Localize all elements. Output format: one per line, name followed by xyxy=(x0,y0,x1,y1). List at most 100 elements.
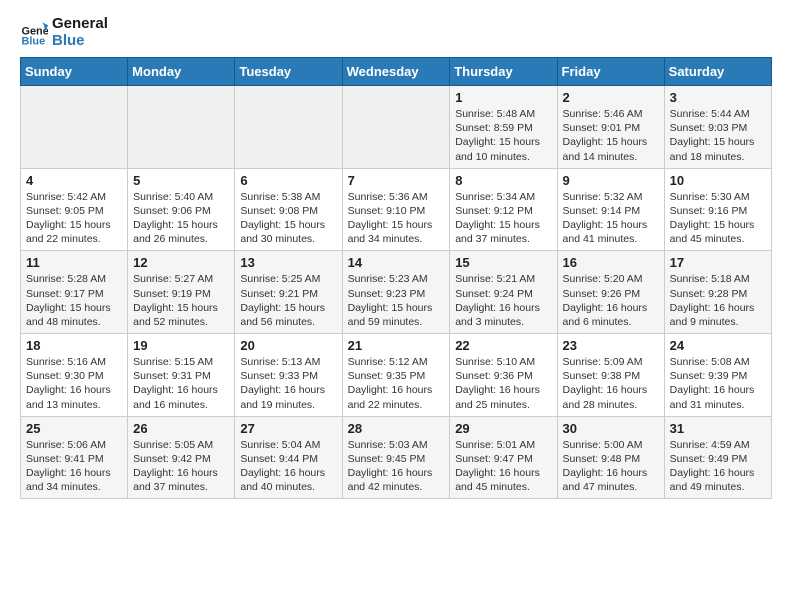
day-content: Sunrise: 5:25 AM Sunset: 9:21 PM Dayligh… xyxy=(240,272,336,329)
day-cell: 31 Sunrise: 4:59 AM Sunset: 9:49 PM Dayli… xyxy=(664,416,771,499)
logo: General Blue General Blue xyxy=(20,16,108,49)
day-content: Sunrise: 5:01 AM Sunset: 9:47 PM Dayligh… xyxy=(455,438,551,495)
day-cell: 21 Sunrise: 5:12 AM Sunset: 9:35 PM Dayli… xyxy=(342,334,450,417)
day-content: Sunrise: 5:30 AM Sunset: 9:16 PM Dayligh… xyxy=(670,190,766,247)
day-content: Sunrise: 5:44 AM Sunset: 9:03 PM Dayligh… xyxy=(670,107,766,164)
day-cell: 12Sunrise: 5:27 AM Sunset: 9:19 PM Dayli… xyxy=(128,251,235,334)
day-cell: 7 Sunrise: 5:36 AM Sunset: 9:10 PM Daylig… xyxy=(342,168,450,251)
day-number: 6 xyxy=(240,173,336,188)
day-number: 20 xyxy=(240,338,336,353)
day-content: Sunrise: 5:46 AM Sunset: 9:01 PM Dayligh… xyxy=(563,107,659,164)
day-number: 11 xyxy=(26,255,122,270)
day-number: 7 xyxy=(348,173,445,188)
day-content: Sunrise: 5:28 AM Sunset: 9:17 PM Dayligh… xyxy=(26,272,122,329)
day-number: 9 xyxy=(563,173,659,188)
day-content: Sunrise: 5:34 AM Sunset: 9:12 PM Dayligh… xyxy=(455,190,551,247)
day-cell: 29 Sunrise: 5:01 AM Sunset: 9:47 PM Dayli… xyxy=(450,416,557,499)
day-cell xyxy=(235,86,342,169)
week-row-5: 25 Sunrise: 5:06 AM Sunset: 9:41 PM Dayli… xyxy=(21,416,772,499)
day-cell: 8 Sunrise: 5:34 AM Sunset: 9:12 PM Daylig… xyxy=(450,168,557,251)
week-row-4: 18 Sunrise: 5:16 AM Sunset: 9:30 PM Dayli… xyxy=(21,334,772,417)
weekday-header: SundayMondayTuesdayWednesdayThursdayFrid… xyxy=(21,58,772,86)
day-number: 21 xyxy=(348,338,445,353)
day-cell: 19Sunrise: 5:15 AM Sunset: 9:31 PM Dayli… xyxy=(128,334,235,417)
day-number: 29 xyxy=(455,421,551,436)
day-number: 26 xyxy=(133,421,229,436)
day-number: 8 xyxy=(455,173,551,188)
day-content: Sunrise: 5:15 AM Sunset: 9:31 PM Dayligh… xyxy=(133,355,229,412)
day-cell: 16Sunrise: 5:20 AM Sunset: 9:26 PM Dayli… xyxy=(557,251,664,334)
day-cell: 20Sunrise: 5:13 AM Sunset: 9:33 PM Dayli… xyxy=(235,334,342,417)
day-cell: 28 Sunrise: 5:03 AM Sunset: 9:45 PM Dayli… xyxy=(342,416,450,499)
day-cell: 14Sunrise: 5:23 AM Sunset: 9:23 PM Dayli… xyxy=(342,251,450,334)
day-number: 18 xyxy=(26,338,122,353)
day-number: 24 xyxy=(670,338,766,353)
day-content: Sunrise: 5:08 AM Sunset: 9:39 PM Dayligh… xyxy=(670,355,766,412)
day-content: Sunrise: 5:32 AM Sunset: 9:14 PM Dayligh… xyxy=(563,190,659,247)
day-cell xyxy=(128,86,235,169)
day-number: 25 xyxy=(26,421,122,436)
header: General Blue General Blue xyxy=(20,16,772,49)
day-content: Sunrise: 5:21 AM Sunset: 9:24 PM Dayligh… xyxy=(455,272,551,329)
day-content: Sunrise: 5:42 AM Sunset: 9:05 PM Dayligh… xyxy=(26,190,122,247)
calendar: SundayMondayTuesdayWednesdayThursdayFrid… xyxy=(20,57,772,499)
day-cell: 4 Sunrise: 5:42 AM Sunset: 9:05 PM Daylig… xyxy=(21,168,128,251)
day-number: 30 xyxy=(563,421,659,436)
weekday-header-saturday: Saturday xyxy=(664,58,771,86)
day-number: 5 xyxy=(133,173,229,188)
day-cell: 27Sunrise: 5:04 AM Sunset: 9:44 PM Dayli… xyxy=(235,416,342,499)
weekday-header-tuesday: Tuesday xyxy=(235,58,342,86)
day-content: Sunrise: 5:36 AM Sunset: 9:10 PM Dayligh… xyxy=(348,190,445,247)
day-cell: 6Sunrise: 5:38 AM Sunset: 9:08 PM Daylig… xyxy=(235,168,342,251)
day-number: 4 xyxy=(26,173,122,188)
day-content: Sunrise: 5:27 AM Sunset: 9:19 PM Dayligh… xyxy=(133,272,229,329)
day-number: 27 xyxy=(240,421,336,436)
day-number: 31 xyxy=(670,421,766,436)
day-content: Sunrise: 5:12 AM Sunset: 9:35 PM Dayligh… xyxy=(348,355,445,412)
day-cell: 17 Sunrise: 5:18 AM Sunset: 9:28 PM Dayli… xyxy=(664,251,771,334)
day-number: 3 xyxy=(670,90,766,105)
day-cell: 24 Sunrise: 5:08 AM Sunset: 9:39 PM Dayli… xyxy=(664,334,771,417)
day-cell: 18 Sunrise: 5:16 AM Sunset: 9:30 PM Dayli… xyxy=(21,334,128,417)
day-cell xyxy=(21,86,128,169)
day-content: Sunrise: 5:18 AM Sunset: 9:28 PM Dayligh… xyxy=(670,272,766,329)
day-number: 2 xyxy=(563,90,659,105)
day-cell: 26 Sunrise: 5:05 AM Sunset: 9:42 PM Dayli… xyxy=(128,416,235,499)
day-content: Sunrise: 5:09 AM Sunset: 9:38 PM Dayligh… xyxy=(563,355,659,412)
day-content: Sunrise: 5:16 AM Sunset: 9:30 PM Dayligh… xyxy=(26,355,122,412)
day-content: Sunrise: 5:48 AM Sunset: 8:59 PM Dayligh… xyxy=(455,107,551,164)
day-number: 22 xyxy=(455,338,551,353)
logo-blue: Blue xyxy=(52,33,108,50)
day-cell: 9 Sunrise: 5:32 AM Sunset: 9:14 PM Daylig… xyxy=(557,168,664,251)
day-cell: 5Sunrise: 5:40 AM Sunset: 9:06 PM Daylig… xyxy=(128,168,235,251)
week-row-3: 11 Sunrise: 5:28 AM Sunset: 9:17 PM Dayli… xyxy=(21,251,772,334)
day-content: Sunrise: 5:06 AM Sunset: 9:41 PM Dayligh… xyxy=(26,438,122,495)
weekday-header-monday: Monday xyxy=(128,58,235,86)
day-number: 10 xyxy=(670,173,766,188)
logo-icon: General Blue xyxy=(20,19,48,47)
day-content: Sunrise: 5:05 AM Sunset: 9:42 PM Dayligh… xyxy=(133,438,229,495)
day-cell: 1 Sunrise: 5:48 AM Sunset: 8:59 PM Daylig… xyxy=(450,86,557,169)
day-cell: 10 Sunrise: 5:30 AM Sunset: 9:16 PM Dayli… xyxy=(664,168,771,251)
weekday-header-sunday: Sunday xyxy=(21,58,128,86)
day-cell: 25 Sunrise: 5:06 AM Sunset: 9:41 PM Dayli… xyxy=(21,416,128,499)
day-cell: 30Sunrise: 5:00 AM Sunset: 9:48 PM Dayli… xyxy=(557,416,664,499)
day-content: Sunrise: 5:03 AM Sunset: 9:45 PM Dayligh… xyxy=(348,438,445,495)
day-cell: 22 Sunrise: 5:10 AM Sunset: 9:36 PM Dayli… xyxy=(450,334,557,417)
day-content: Sunrise: 4:59 AM Sunset: 9:49 PM Dayligh… xyxy=(670,438,766,495)
day-cell: 2 Sunrise: 5:46 AM Sunset: 9:01 PM Daylig… xyxy=(557,86,664,169)
day-cell: 3 Sunrise: 5:44 AM Sunset: 9:03 PM Daylig… xyxy=(664,86,771,169)
day-number: 23 xyxy=(563,338,659,353)
week-row-2: 4 Sunrise: 5:42 AM Sunset: 9:05 PM Daylig… xyxy=(21,168,772,251)
day-cell: 15Sunrise: 5:21 AM Sunset: 9:24 PM Dayli… xyxy=(450,251,557,334)
weekday-header-thursday: Thursday xyxy=(450,58,557,86)
weekday-header-friday: Friday xyxy=(557,58,664,86)
calendar-body: 1 Sunrise: 5:48 AM Sunset: 8:59 PM Daylig… xyxy=(21,86,772,499)
day-content: Sunrise: 5:10 AM Sunset: 9:36 PM Dayligh… xyxy=(455,355,551,412)
day-content: Sunrise: 5:20 AM Sunset: 9:26 PM Dayligh… xyxy=(563,272,659,329)
day-number: 28 xyxy=(348,421,445,436)
weekday-header-wednesday: Wednesday xyxy=(342,58,450,86)
day-number: 17 xyxy=(670,255,766,270)
day-cell: 11 Sunrise: 5:28 AM Sunset: 9:17 PM Dayli… xyxy=(21,251,128,334)
day-number: 1 xyxy=(455,90,551,105)
